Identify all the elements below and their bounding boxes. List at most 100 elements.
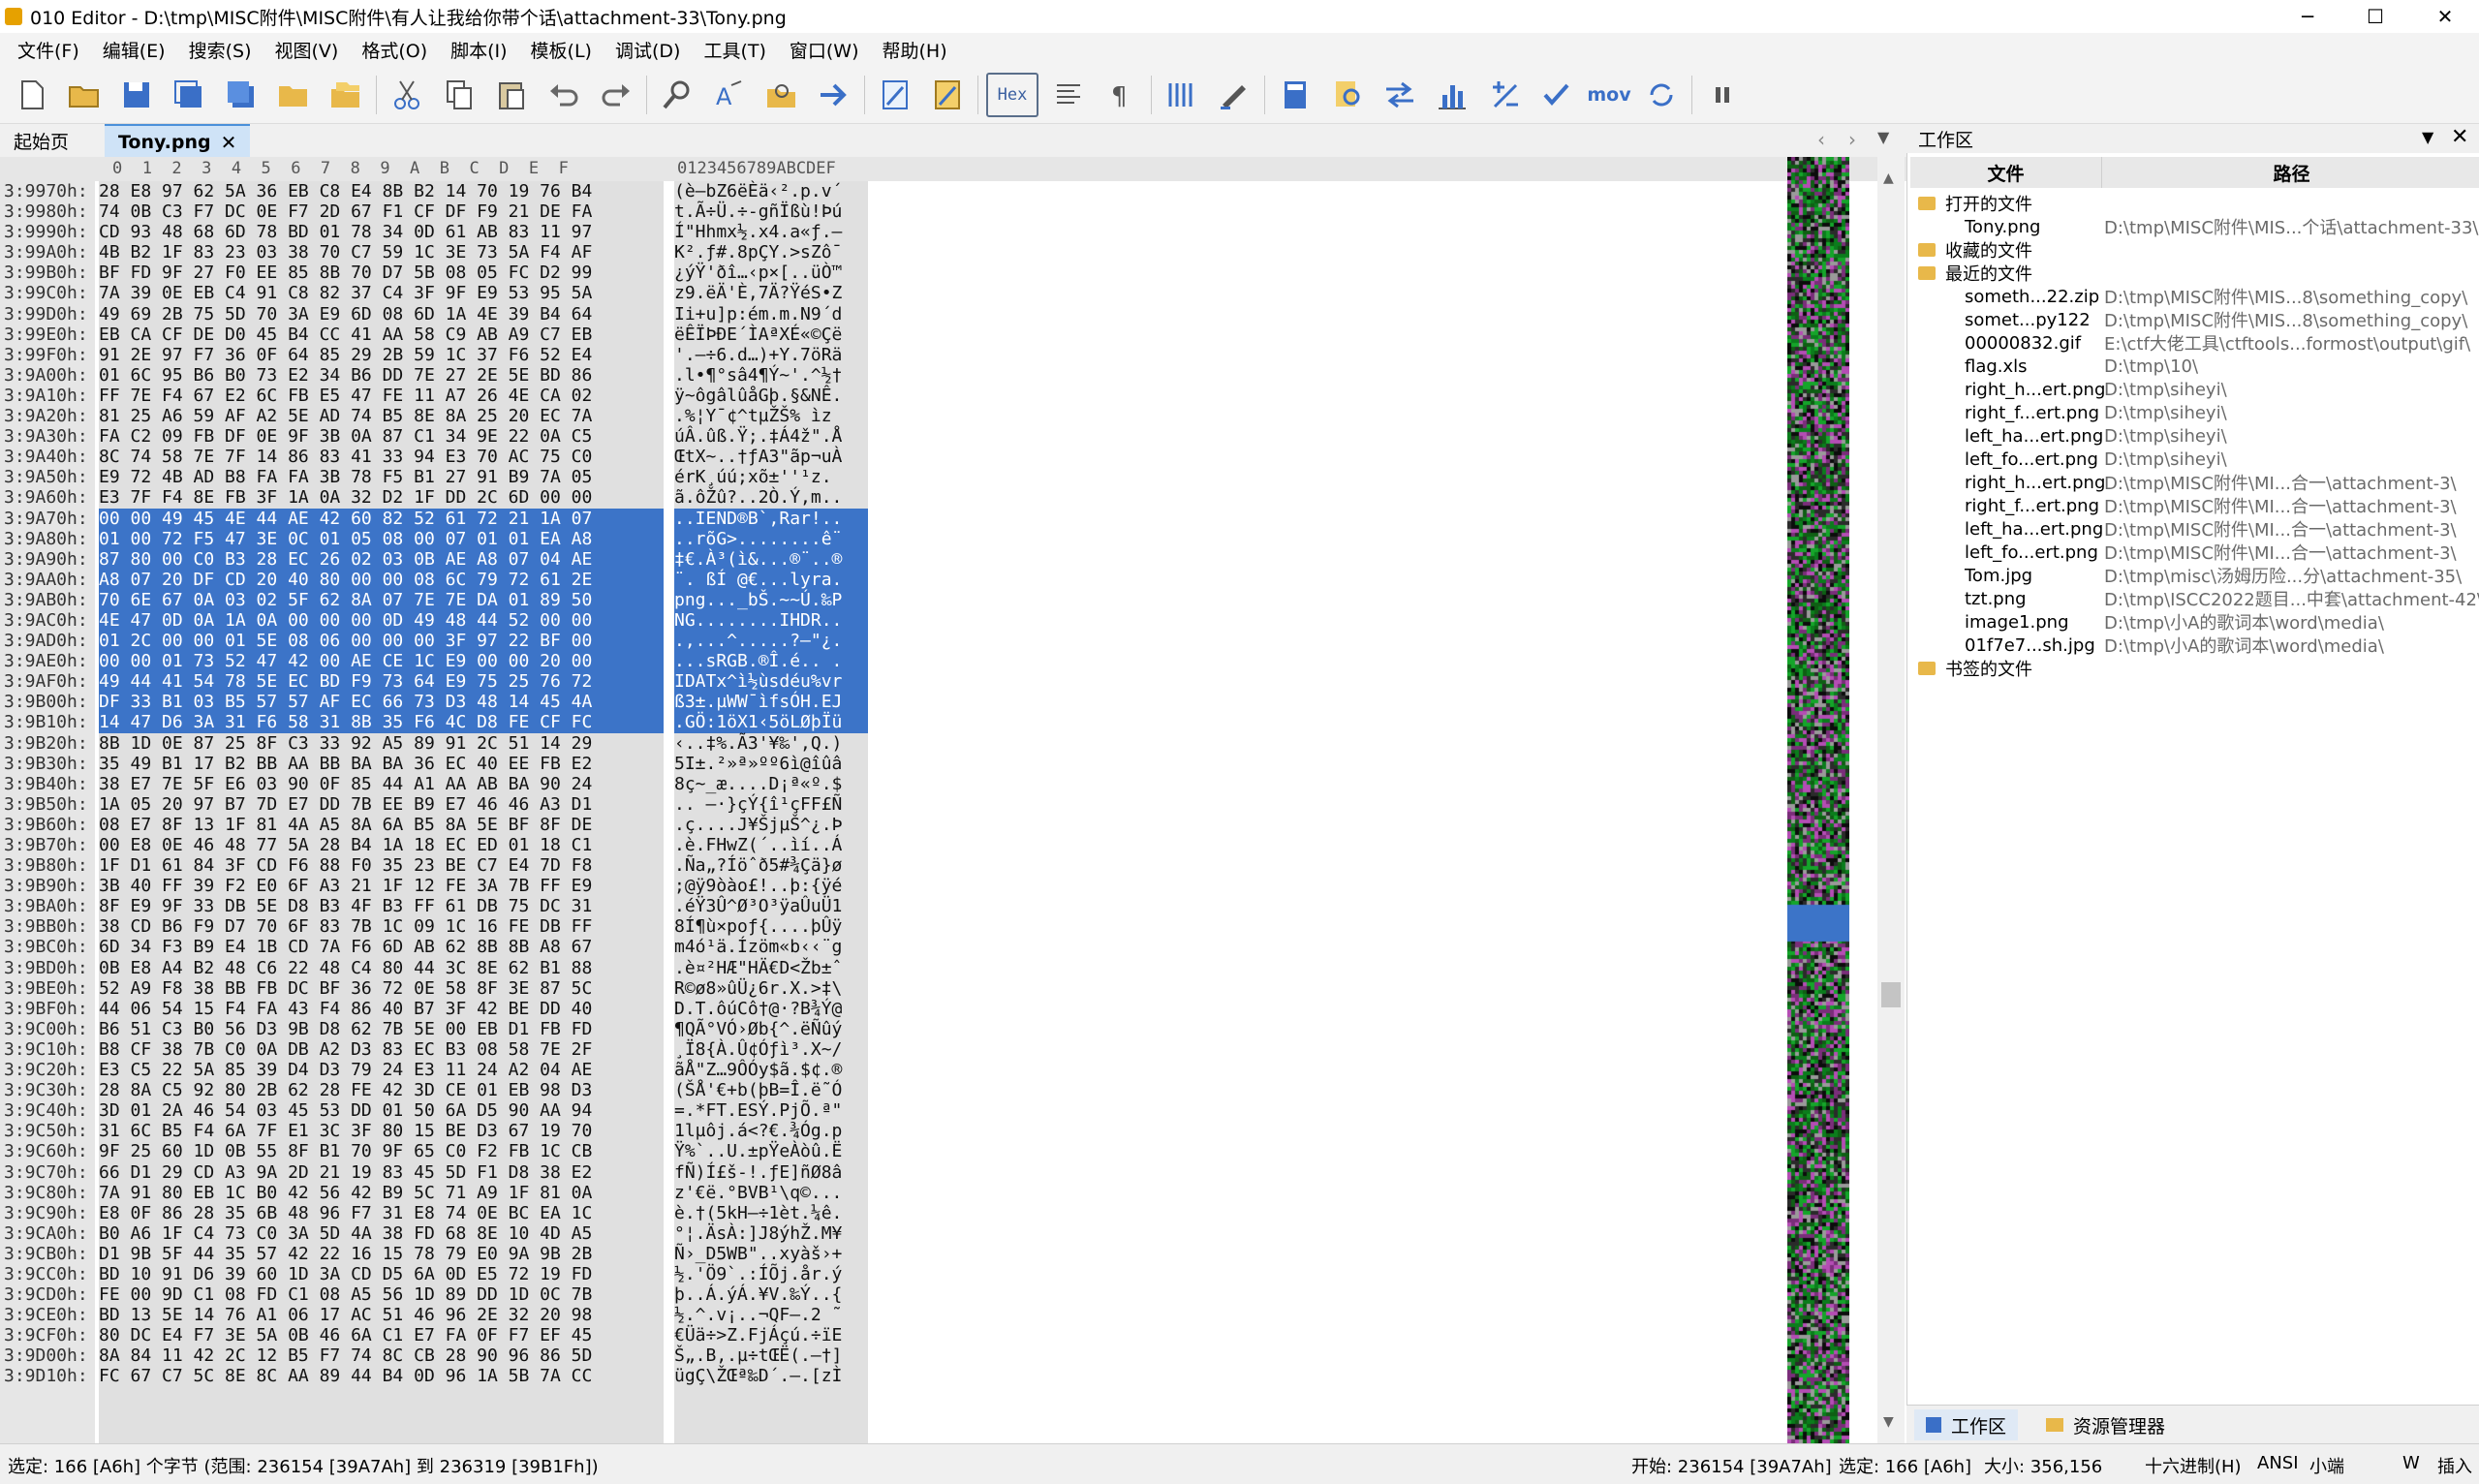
row-hex-bytes[interactable]: 31 6C B5 F4 6A 7F E1 3C 3F 80 15 BE D3 6… bbox=[99, 1121, 664, 1141]
row-ascii[interactable]: .éŸ3Û^Ø³O³ÿaÛuÜ1 bbox=[674, 896, 868, 916]
hex-row[interactable]: 3:9BD0h: 0B E8 A4 B2 48 C6 22 48 C4 80 44… bbox=[0, 957, 1906, 978]
workspace-file-item[interactable]: right_h...ert.png D:\tmp\siheyi\ bbox=[1910, 378, 2479, 401]
columns-icon[interactable] bbox=[1160, 71, 1204, 119]
row-ascii[interactable]: .l•¶°sâ4¶Ý~'.^½† bbox=[674, 365, 868, 386]
hex-row[interactable]: 3:9CE0h: BD 13 5E 14 76 A1 06 17 AC 51 46… bbox=[0, 1305, 1906, 1326]
hex-row[interactable]: 3:9B20h: 8B 1D 0E 87 25 8F C3 33 92 A5 89… bbox=[0, 732, 1906, 754]
hex-row[interactable]: 3:9980h: 74 0B C3 F7 DC 0E F7 2D 67 F1 CF… bbox=[0, 201, 1906, 223]
workspace-group-recent[interactable]: 最近的文件 bbox=[1910, 262, 2479, 285]
panel-close-icon[interactable]: ✕ bbox=[2451, 125, 2468, 149]
row-ascii[interactable]: 8ç~_æ....D¡ª«º.$ bbox=[674, 774, 868, 794]
row-ascii[interactable]: 8Í¶ù×poƒ{....þÛÿ bbox=[674, 916, 868, 937]
workspace-file-item[interactable]: Tom.jpg D:\tmp\misc\汤姆历险...分\attachment-3… bbox=[1910, 564, 2479, 588]
hex-row[interactable]: 3:9C80h: 7A 91 80 EB 1C B0 42 56 42 B9 5C… bbox=[0, 1182, 1906, 1203]
base-convert-icon[interactable] bbox=[1639, 71, 1684, 119]
row-ascii[interactable]: Ñ›_D5WB"..xyàš›+ bbox=[674, 1244, 868, 1264]
row-hex-bytes[interactable]: 00 00 01 73 52 47 42 00 AE CE 1C E9 00 0… bbox=[99, 651, 664, 672]
row-hex-bytes[interactable]: FE 00 9D C1 08 FD C1 08 A5 56 1D 89 DD 1… bbox=[99, 1284, 664, 1305]
row-hex-bytes[interactable]: 28 E8 97 62 5A 36 EB C8 E4 8B B2 14 70 1… bbox=[99, 181, 664, 201]
row-ascii[interactable]: ¨. ßÍ @€...lyra. bbox=[674, 569, 868, 590]
hex-row[interactable]: 3:9D00h: 8A 84 11 42 2C 12 B5 F7 74 8C CB… bbox=[0, 1345, 1906, 1367]
row-hex-bytes[interactable]: 38 CD B6 F9 D7 70 6F 83 7B 1C 09 1C 16 F… bbox=[99, 916, 664, 937]
row-hex-bytes[interactable]: E3 C5 22 5A 85 39 D4 D3 79 24 E3 11 24 A… bbox=[99, 1060, 664, 1080]
row-hex-bytes[interactable]: 01 00 72 F5 47 3E 0C 01 05 08 00 07 01 0… bbox=[99, 528, 664, 549]
hex-row[interactable]: 3:9C60h: 9F 25 60 1D 0B 55 8F B1 70 9F 65… bbox=[0, 1141, 1906, 1162]
tab-scroll-right-icon[interactable]: › bbox=[1848, 128, 1856, 151]
tab-scroll-left-icon[interactable]: ‹ bbox=[1817, 128, 1825, 151]
row-hex-bytes[interactable]: FA C2 09 FB DF 0E 9F 3B 0A 87 C1 34 9E 2… bbox=[99, 426, 664, 447]
scroll-thumb[interactable] bbox=[1881, 982, 1901, 1007]
workspace-file-item[interactable]: somet...py122 D:\tmp\MISC附件\MIS...8\somet… bbox=[1910, 308, 2479, 332]
hex-row[interactable]: 3:9B40h: 38 E7 7E 5F E6 03 90 0F 85 44 A1… bbox=[0, 773, 1906, 794]
save-icon[interactable] bbox=[114, 71, 159, 119]
workspace-file-item[interactable]: left_ha...ert.png D:\tmp\MISC附件\MI...合一\a… bbox=[1910, 517, 2479, 541]
hex-row[interactable]: 3:9BF0h: 44 06 54 15 F4 FA 43 F4 86 40 B7… bbox=[0, 998, 1906, 1019]
row-hex-bytes[interactable]: 8A 84 11 42 2C 12 B5 F7 74 8C CB 28 90 9… bbox=[99, 1345, 664, 1366]
hex-row[interactable]: 3:9C70h: 66 D1 29 CD A3 9A 2D 21 19 83 45… bbox=[0, 1161, 1906, 1183]
highlight-icon[interactable] bbox=[1212, 71, 1256, 119]
maximize-button[interactable]: ☐ bbox=[2341, 0, 2409, 33]
row-hex-bytes[interactable]: 38 E7 7E 5F E6 03 90 0F 85 44 A1 AA AB B… bbox=[99, 774, 664, 794]
row-ascii[interactable]: Ii+u]p:ém.m.N9´d bbox=[674, 304, 868, 325]
row-hex-bytes[interactable]: EB CA CF DE D0 45 B4 CC 41 AA 58 C9 AB A… bbox=[99, 325, 664, 345]
row-hex-bytes[interactable]: DF 33 B1 03 B5 57 57 AF EC 66 73 D3 48 1… bbox=[99, 692, 664, 713]
hex-row[interactable]: 3:99B0h: BF FD 9F 27 F0 EE 85 8B 70 D7 5B… bbox=[0, 263, 1906, 284]
status-endian[interactable]: 小端 bbox=[2309, 1453, 2344, 1478]
row-ascii[interactable]: ãÅ"Z…9ÔÓy$ã.$¢.® bbox=[674, 1060, 868, 1080]
menu-edit[interactable]: 编辑(E) bbox=[93, 37, 179, 63]
hex-row[interactable]: 3:99D0h: 49 69 2B 75 5D 70 3A E9 6D 08 6D… bbox=[0, 303, 1906, 325]
inspector-icon[interactable] bbox=[1325, 71, 1370, 119]
hex-row[interactable]: 3:9A80h: 01 00 72 F5 47 3E 0C 01 05 08 00… bbox=[0, 528, 1906, 549]
minimize-button[interactable]: ─ bbox=[2274, 0, 2341, 33]
row-hex-bytes[interactable]: 6D 34 F3 B9 E4 1B CD 7A F6 6D AB 62 8B 8… bbox=[99, 937, 664, 957]
workspace-file-item[interactable]: image1.png D:\tmp\小A的歌词本\word\media\ bbox=[1910, 610, 2479, 634]
hex-row[interactable]: 3:9C20h: E3 C5 22 5A 85 39 D4 D3 79 24 E3… bbox=[0, 1060, 1906, 1081]
hex-row[interactable]: 3:9B80h: 1F D1 61 84 3F CD F6 88 F0 35 23… bbox=[0, 855, 1906, 877]
hex-row[interactable]: 3:99C0h: 7A 39 0E EB C4 91 C8 82 37 C4 3F… bbox=[0, 283, 1906, 304]
hex-row[interactable]: 3:9B00h: DF 33 B1 03 B5 57 57 AF EC 66 73… bbox=[0, 692, 1906, 713]
hex-row[interactable]: 3:9CF0h: 80 DC E4 F7 3E 5A 0B 46 6A C1 E7… bbox=[0, 1325, 1906, 1346]
row-ascii[interactable]: .%¦Y¯¢^­tµŽŠ% ìz bbox=[674, 406, 868, 426]
status-size[interactable]: 大小: 356,156 bbox=[1984, 1453, 2102, 1478]
row-ascii[interactable]: ëÊÏÞÐE´ÌAªXÉ«©Çë bbox=[674, 325, 868, 345]
row-ascii[interactable]: Ÿ%`..U.±pŸeÀòû.Ë bbox=[674, 1141, 868, 1161]
row-hex-bytes[interactable]: 3D 01 2A 46 54 03 45 53 DD 01 50 6A D5 9… bbox=[99, 1100, 664, 1121]
row-ascii[interactable]: .è.FHwZ(´..ìí..Á bbox=[674, 835, 868, 855]
undo-icon[interactable] bbox=[542, 71, 586, 119]
row-hex-bytes[interactable]: 81 25 A6 59 AF A2 5E AD 74 B5 8E 8A 25 2… bbox=[99, 406, 664, 426]
workspace-file-item[interactable]: 00000832.gif E:\ctf大佬工具\ctftools...formos… bbox=[1910, 331, 2479, 356]
checksum-icon[interactable] bbox=[1534, 71, 1579, 119]
hex-row[interactable]: 3:9B60h: 08 E7 8F 13 1F 81 4A A5 8A 6A B5… bbox=[0, 814, 1906, 835]
row-hex-bytes[interactable]: E3 7F F4 8E FB 3F 1A 0A 32 D2 1F DD 2C 6… bbox=[99, 487, 664, 508]
mov-icon[interactable]: mov bbox=[1587, 71, 1631, 119]
pause-icon[interactable] bbox=[1700, 71, 1745, 119]
paste-icon[interactable] bbox=[489, 71, 534, 119]
row-hex-bytes[interactable]: 7A 39 0E EB C4 91 C8 82 37 C4 3F 9F E9 5… bbox=[99, 283, 664, 303]
row-ascii[interactable]: D.T.ôúCô†@·?B¾Ý@ bbox=[674, 999, 868, 1019]
hex-row[interactable]: 3:9C30h: 28 8A C5 92 80 2B 62 28 FE 42 3D… bbox=[0, 1080, 1906, 1101]
row-ascii[interactable]: ½.'Ö9`.:ÍÕj.år.ý bbox=[674, 1264, 868, 1284]
hex-row[interactable]: 3:9C10h: B8 CF 38 7B C0 0A DB A2 D3 83 EC… bbox=[0, 1038, 1906, 1061]
hex-row[interactable]: 3:9CA0h: B0 A6 1F C4 73 C0 3A 5D 4A 38 FD… bbox=[0, 1222, 1906, 1244]
row-hex-bytes[interactable]: E8 0F 86 28 35 6B 48 96 F7 31 E8 74 0E B… bbox=[99, 1203, 664, 1223]
hex-row[interactable]: 3:9A10h: FF 7E F4 67 E2 6C FB E5 47 FE 11… bbox=[0, 385, 1906, 407]
row-ascii[interactable]: ¶QÃ°VÓ›Øb{^.ëÑûý bbox=[674, 1019, 868, 1039]
row-ascii[interactable]: ½.^.v¡..¬QF–.2 ˜ bbox=[674, 1305, 868, 1325]
scroll-down-icon[interactable]: ▼ bbox=[1883, 1414, 1894, 1430]
cut-icon[interactable] bbox=[385, 71, 429, 119]
hex-row[interactable]: 3:9C50h: 31 6C B5 F4 6A 7F E1 3C 3F 80 15… bbox=[0, 1121, 1906, 1142]
hex-vertical-scrollbar[interactable]: ▲ ▼ bbox=[1877, 157, 1905, 1443]
workspace-file-item[interactable]: flag.xls D:\tmp\10\ bbox=[1910, 355, 2479, 378]
hex-row[interactable]: 3:9C00h: B6 51 C3 B0 56 D3 9B D8 62 7B 5E… bbox=[0, 1018, 1906, 1039]
row-ascii[interactable]: (ŠÅ'€+b(þB=Î.ë˜Ó bbox=[674, 1080, 868, 1100]
hex-row[interactable]: 3:9990h: CD 93 48 68 6D 78 BD 01 78 34 0D… bbox=[0, 222, 1906, 243]
status-selected[interactable]: 选定: 166 [A6h] bbox=[1839, 1453, 1971, 1478]
menu-help[interactable]: 帮助(H) bbox=[873, 37, 961, 63]
menu-window[interactable]: 窗口(W) bbox=[780, 37, 873, 63]
row-ascii[interactable]: t.Ã÷Ü.÷-gñÏßù!Þú bbox=[674, 201, 868, 222]
hex-row[interactable]: 3:9C40h: 3D 01 2A 46 54 03 45 53 DD 01 50… bbox=[0, 1100, 1906, 1122]
row-ascii[interactable]: .,...^.....?—"¿. bbox=[674, 631, 868, 652]
workspace-group-bookmarks[interactable]: 书签的文件 bbox=[1910, 657, 2479, 680]
row-hex-bytes[interactable]: FC 67 C7 5C 8E 8C AA 89 44 B4 0D 96 1A 5… bbox=[99, 1366, 664, 1386]
hex-row[interactable]: 3:9B30h: 35 49 B1 17 B2 BB AA BB BA BA 36… bbox=[0, 753, 1906, 774]
